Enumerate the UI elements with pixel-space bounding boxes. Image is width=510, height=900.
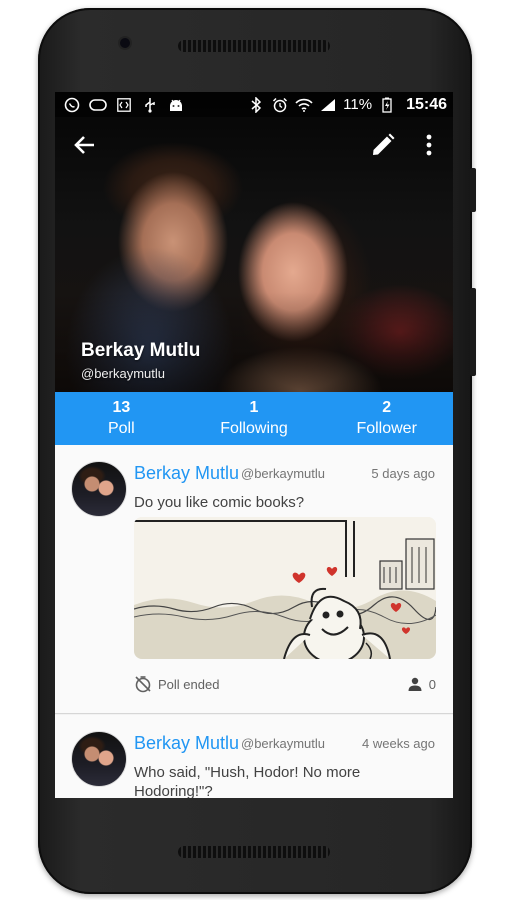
follower-label: Follower [356,419,417,437]
alarm-icon [271,97,289,113]
whatsapp-icon [63,97,81,113]
post-timestamp: 5 days ago [371,466,435,481]
poll-card[interactable]: Berkay Mutlu @berkaymutlu 5 days ago Do … [55,445,453,714]
more-vert-icon [426,134,432,156]
post-author-name[interactable]: Berkay Mutlu [134,733,239,754]
voter-count-value: 0 [428,676,436,692]
poll-question: Who said, "Hush, Hodor! No more Hodoring… [134,764,361,798]
arrow-back-icon [74,136,94,154]
poll-image[interactable] [134,517,436,659]
bottom-speaker-grille [178,846,330,858]
battery-percent: 11% [343,96,373,113]
comic-illustration [134,517,436,659]
post-author-name[interactable]: Berkay Mutlu [134,463,239,484]
app-bar [55,117,453,173]
poll-status: Poll ended [134,675,219,693]
poll-feed: Berkay Mutlu @berkaymutlu 5 days ago Do … [55,445,453,798]
edit-profile-button[interactable] [369,131,397,159]
post-author-handle: @berkaymutlu [241,736,326,751]
poll-label: Poll [107,419,135,437]
poll-card[interactable]: Berkay Mutlu @berkaymutlu 4 weeks ago Wh… [55,715,453,798]
profile-handle: @berkaymutlu [81,366,166,381]
usb-icon [141,97,159,113]
poll-question: Do you like comic books? [134,494,305,511]
following-count: 1 [249,398,259,416]
poll-footer: Poll ended 0 [134,671,436,697]
android-icon [167,97,185,113]
timer-off-icon [135,676,151,693]
pencil-icon [373,133,395,155]
bluetooth-icon [247,96,265,113]
circle-icon [89,97,107,113]
person-icon [408,677,422,691]
code-icon [115,97,133,113]
poll-count: 13 [112,398,131,416]
clock: 15:46 [406,95,447,113]
top-speaker-grille [178,40,330,52]
post-timestamp: 4 weeks ago [362,736,435,751]
wifi-icon [295,97,313,113]
volume-rocker [470,288,476,376]
front-camera [120,38,130,48]
post-author-handle: @berkaymutlu [241,466,326,481]
profile-stats-bar: 13 Poll 1 Following 2 Follower [55,392,453,445]
voter-count[interactable]: 0 [407,676,436,692]
power-button [470,168,476,212]
signal-icon [319,97,337,113]
poll-status-label: Poll ended [158,676,220,692]
status-bar: 11% 15:46 [55,92,453,117]
screen: 11% 15:46 Berkay Mutlu @berkaymutlu 13 P… [55,92,453,798]
battery-charging-icon [378,97,396,113]
stat-following[interactable]: 1 Following [188,392,321,445]
stat-follower[interactable]: 2 Follower [320,392,453,445]
avatar[interactable] [71,461,127,517]
avatar[interactable] [71,731,127,787]
follower-count: 2 [382,398,392,416]
back-button[interactable] [71,131,99,159]
following-label: Following [220,419,288,437]
more-options-button[interactable] [417,131,441,159]
profile-name: Berkay Mutlu [81,340,201,361]
stat-poll[interactable]: 13 Poll [55,392,188,445]
